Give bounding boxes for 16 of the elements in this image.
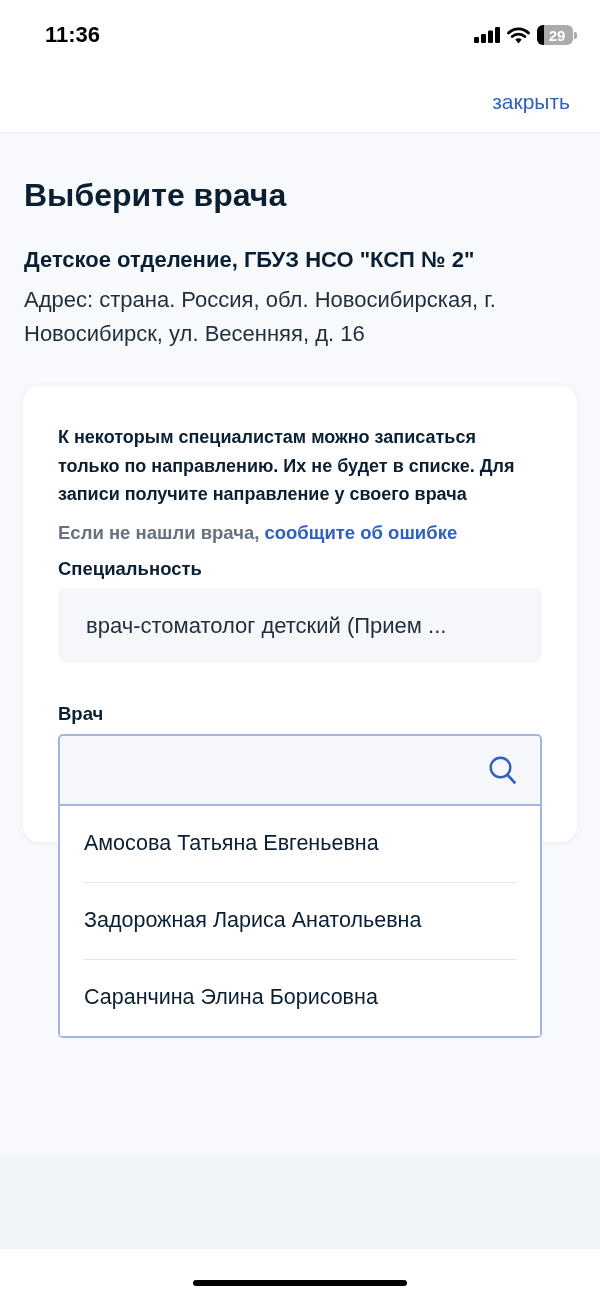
wifi-icon xyxy=(507,26,530,44)
doctor-search-field[interactable] xyxy=(58,733,542,806)
signal-icon xyxy=(474,27,500,43)
doctor-label: Врач xyxy=(58,701,105,726)
status-time: 11:36 xyxy=(45,24,101,46)
specialty-label: Специальность xyxy=(58,556,203,581)
page-title: Выберите врача xyxy=(23,176,288,215)
hint-text: Если не нашли врача, сообщите об ошибке xyxy=(58,520,459,545)
notice-text: К некоторым специалистам можно записаться только по направлению. Их не будет в списке. Для записи получите направление у своего врача xyxy=(58,426,516,506)
close-link[interactable]: закрыть xyxy=(492,90,570,112)
specialty-field[interactable]: врач-стоматолог детский (Прием ... xyxy=(58,587,542,663)
clinic-address: Адрес: страна. Россия, обл. Новосибирская, г. Новосибирск, ул. Весенняя, д. 16 xyxy=(23,286,497,348)
clinic-name: Детское отделение, ГБУЗ НСО "КСП № 2" xyxy=(23,246,476,274)
battery-indicator: 29 xyxy=(537,25,577,45)
search-icon[interactable] xyxy=(489,755,516,784)
report-error-link[interactable]: сообщите об ошибке xyxy=(264,521,458,543)
